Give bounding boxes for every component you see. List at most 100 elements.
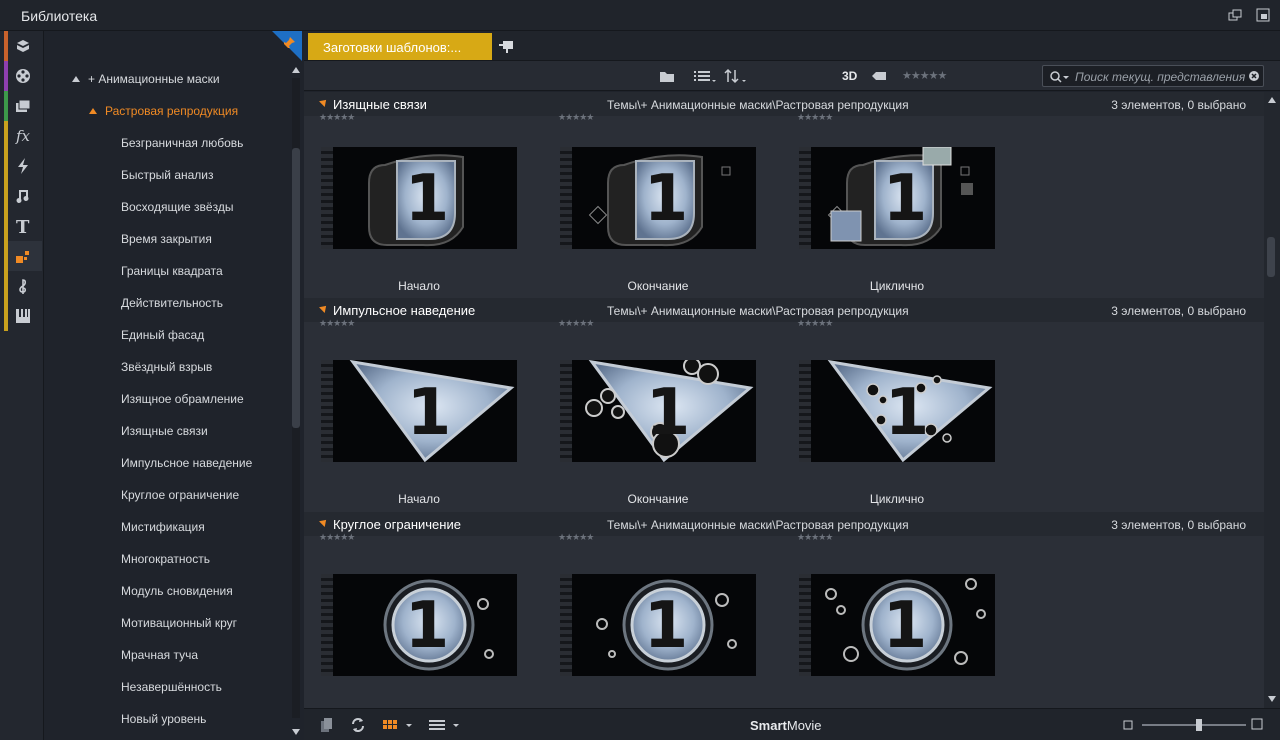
item-rating[interactable]: ★★★★★ bbox=[797, 532, 833, 543]
rail-button-music-note[interactable] bbox=[4, 181, 42, 211]
template-thumbnail[interactable]: 1 bbox=[560, 574, 756, 676]
item-rating[interactable]: ★★★★★ bbox=[558, 532, 594, 543]
template-thumbnail[interactable]: 1 bbox=[560, 360, 756, 462]
item-rating[interactable]: ★★★★★ bbox=[319, 318, 355, 329]
toolbar: 3D ★★★★★ bbox=[304, 61, 1280, 91]
group-header[interactable]: Импульсное наведение Темы\+ Анимационные … bbox=[304, 298, 1264, 322]
rail-button-fx[interactable]: fx bbox=[4, 121, 42, 151]
grid-view-icon[interactable] bbox=[382, 718, 412, 732]
item-rating[interactable]: ★★★★★ bbox=[797, 318, 833, 329]
sync-icon[interactable] bbox=[350, 716, 366, 734]
svg-text:1: 1 bbox=[644, 589, 689, 663]
tree-scrollbar[interactable] bbox=[290, 61, 302, 740]
tree-item[interactable]: Действительность bbox=[121, 296, 223, 310]
rail-button-themes[interactable] bbox=[4, 241, 42, 271]
undock-icon[interactable] bbox=[1228, 8, 1242, 22]
collapse-triangle-icon[interactable] bbox=[319, 97, 329, 107]
rail-button-photos[interactable] bbox=[4, 91, 42, 121]
template-thumbnail[interactable]: 1 bbox=[321, 147, 517, 249]
scroll-thumb[interactable] bbox=[292, 148, 300, 428]
tree-item[interactable]: Модуль сновидения bbox=[121, 584, 233, 598]
tree-item[interactable]: Мрачная туча bbox=[121, 648, 198, 662]
tree-item[interactable]: Незавершённость bbox=[121, 680, 222, 694]
zoom-in-icon[interactable] bbox=[1251, 718, 1263, 730]
zoom-out-icon[interactable] bbox=[1123, 720, 1133, 730]
search-input[interactable] bbox=[1075, 69, 1245, 84]
item-rating[interactable]: ★★★★★ bbox=[319, 112, 355, 123]
template-thumbnail[interactable]: 1 bbox=[321, 574, 517, 676]
3d-filter-button[interactable]: 3D bbox=[842, 69, 857, 87]
list-view-icon[interactable] bbox=[693, 67, 717, 85]
tree-item[interactable]: Круглое ограничение bbox=[121, 488, 239, 502]
template-thumbnail[interactable]: 1 bbox=[321, 360, 517, 462]
group-path: Темы\+ Анимационные маски\Растровая репр… bbox=[607, 518, 909, 532]
tree-item[interactable]: Единый фасад bbox=[121, 328, 204, 342]
rail-button-treble-clef[interactable] bbox=[4, 271, 42, 301]
zoom-slider-knob[interactable] bbox=[1196, 719, 1203, 731]
template-thumbnail[interactable]: 1 bbox=[560, 147, 756, 249]
content-scrollbar[interactable] bbox=[1264, 92, 1280, 708]
item-caption: Начало bbox=[398, 279, 440, 293]
tag-icon[interactable] bbox=[870, 67, 888, 85]
expand-triangle-icon[interactable] bbox=[89, 108, 97, 114]
tree-item[interactable]: Мотивационный круг bbox=[121, 616, 237, 630]
rail-button-lightning[interactable] bbox=[4, 151, 42, 181]
details-view-icon[interactable] bbox=[428, 718, 462, 732]
rating-filter[interactable]: ★★★★★ bbox=[902, 69, 947, 87]
restore-window-icon[interactable] bbox=[1256, 8, 1270, 22]
group-header[interactable]: Изящные связи Темы\+ Анимационные маски\Р… bbox=[304, 92, 1264, 116]
tree-item[interactable]: Новый уровень bbox=[121, 712, 206, 726]
copy-icon[interactable] bbox=[320, 717, 334, 733]
item-rating[interactable]: ★★★★★ bbox=[558, 112, 594, 123]
scroll-up-arrow-icon[interactable] bbox=[292, 67, 300, 73]
tree-item[interactable]: Быстрый анализ bbox=[121, 168, 214, 182]
tree-item[interactable]: Восходящие звёзды bbox=[121, 200, 233, 214]
clear-search-icon[interactable] bbox=[1248, 70, 1260, 82]
tree-item[interactable]: Мистификация bbox=[121, 520, 205, 534]
tree-item[interactable]: Изящные связи bbox=[121, 424, 208, 438]
tree-item[interactable]: Изящное обрамление bbox=[121, 392, 244, 406]
tree-item[interactable]: Время закрытия bbox=[121, 232, 212, 246]
tree-item[interactable]: Безграничная любовь bbox=[121, 136, 243, 150]
tab-template-presets[interactable]: Заготовки шаблонов:... bbox=[308, 33, 492, 60]
template-thumbnail[interactable]: 1 bbox=[799, 360, 995, 462]
pin-tree-icon[interactable] bbox=[272, 31, 302, 61]
collapse-triangle-icon[interactable] bbox=[319, 517, 329, 527]
rail-button-project-bin[interactable] bbox=[4, 31, 42, 61]
scroll-down-arrow-icon[interactable] bbox=[292, 729, 300, 735]
zoom-slider-track[interactable] bbox=[1142, 724, 1246, 726]
scroll-up-arrow-icon[interactable] bbox=[1268, 97, 1276, 103]
tree-root-animated-masks[interactable]: + Анимационные маски bbox=[72, 72, 220, 86]
category-color-bar bbox=[4, 31, 8, 61]
rail-button-title[interactable]: T bbox=[4, 211, 42, 241]
expand-triangle-icon[interactable] bbox=[72, 76, 80, 82]
pin-tab-icon[interactable] bbox=[497, 38, 515, 54]
tree-item[interactable]: Многократность bbox=[121, 552, 210, 566]
template-thumbnail[interactable]: 1 bbox=[799, 574, 995, 676]
template-thumbnail[interactable]: 1 bbox=[799, 147, 995, 249]
tab-bar: Заготовки шаблонов:... bbox=[304, 31, 1280, 61]
scroll-thumb[interactable] bbox=[1267, 237, 1275, 277]
tree-item[interactable]: Звёздный взрыв bbox=[121, 360, 212, 374]
collapse-triangle-icon[interactable] bbox=[319, 303, 329, 313]
tree-item-active[interactable]: Растровая репродукция bbox=[89, 104, 238, 118]
tree-item[interactable]: Импульсное наведение bbox=[121, 456, 252, 470]
item-caption: Окончание bbox=[627, 492, 689, 506]
tree-item[interactable]: Границы квадрата bbox=[121, 264, 223, 278]
folder-icon[interactable] bbox=[658, 67, 676, 85]
search-icon[interactable] bbox=[1049, 70, 1071, 84]
item-rating[interactable]: ★★★★★ bbox=[797, 112, 833, 123]
thumbnail-preview: 1 bbox=[811, 147, 995, 249]
search-box[interactable] bbox=[1042, 65, 1264, 87]
item-rating[interactable]: ★★★★★ bbox=[319, 532, 355, 543]
rail-button-film-reel[interactable] bbox=[4, 61, 42, 91]
item-rating[interactable]: ★★★★★ bbox=[558, 318, 594, 329]
group-count: 3 элементов, 0 выбрано bbox=[1111, 98, 1246, 112]
category-color-bar bbox=[4, 301, 8, 331]
rail-button-piano[interactable] bbox=[4, 301, 42, 331]
smartmovie-button[interactable]: SmartMovie bbox=[750, 718, 822, 733]
sort-icon[interactable] bbox=[724, 67, 748, 85]
category-rail: fx T bbox=[0, 31, 44, 740]
group-header[interactable]: Круглое ограничение Темы\+ Анимационные м… bbox=[304, 512, 1264, 536]
scroll-down-arrow-icon[interactable] bbox=[1268, 696, 1276, 702]
